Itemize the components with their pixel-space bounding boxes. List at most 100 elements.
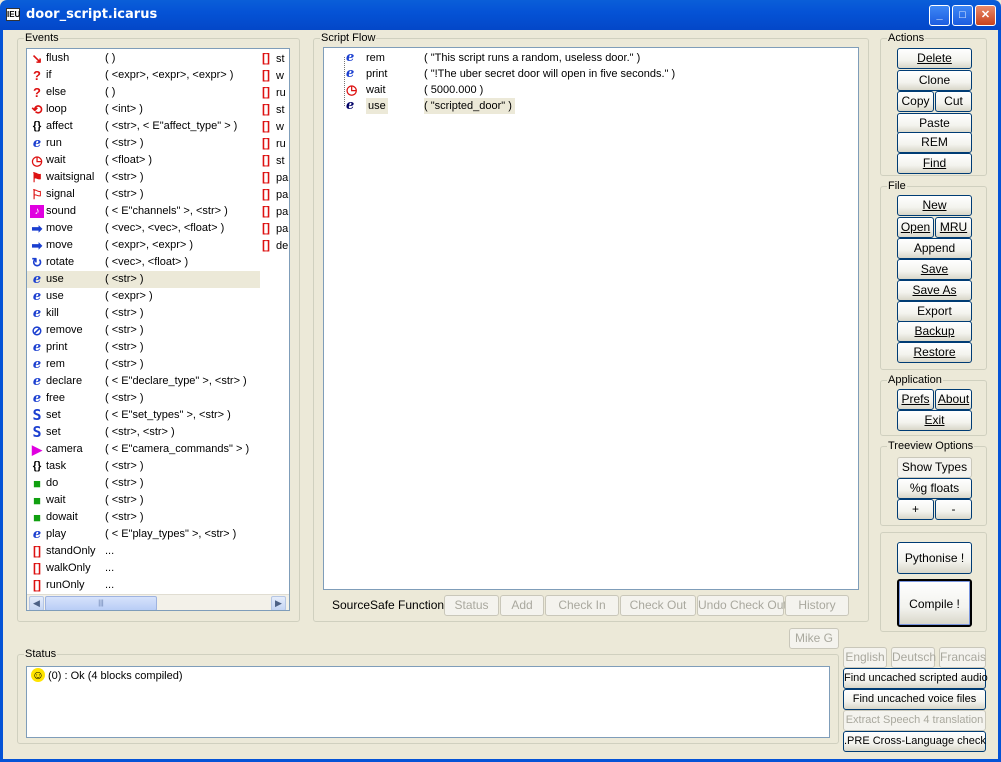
g-floats-toggle[interactable]: %g floats [897, 478, 972, 499]
event-item[interactable]: {} task ( <str> ) [27, 458, 260, 475]
event-tail-item[interactable]: [] ru [262, 135, 289, 152]
event-tail-item[interactable]: [] w [262, 67, 289, 84]
event-item[interactable]: [] standOnly... [27, 543, 260, 560]
ss-status-button[interactable]: Status [444, 595, 499, 616]
event-tail-item[interactable]: [] ru [262, 84, 289, 101]
prefs-button[interactable]: Prefs [897, 389, 934, 410]
paste-button[interactable]: Paste [897, 113, 972, 134]
event-item[interactable]: Sset ( <str>, <str> ) [27, 424, 260, 441]
event-item[interactable]: ■ wait ( <str> ) [27, 492, 260, 509]
append-button[interactable]: Append [897, 238, 972, 259]
event-item[interactable]: e use ( <str> ) [27, 271, 260, 288]
compile-button[interactable]: Compile ! [897, 579, 972, 627]
event-icon: ◷ [31, 153, 43, 168]
event-item[interactable]: Sset ( < E"set_types" >, <str> ) [27, 407, 260, 424]
flow-item[interactable]: e print ( "!The uber secret door will open… [342, 66, 682, 82]
maximize-button[interactable]: □ [952, 5, 973, 26]
scroll-right-icon[interactable]: ▶ [271, 596, 286, 610]
event-tail-item[interactable]: [] pa [262, 169, 289, 186]
flow-item[interactable]: ◷ wait ( 5000.000 ) [342, 82, 682, 98]
find-uncached-voice-button[interactable]: Find uncached voice files [843, 689, 986, 710]
event-item[interactable]: [] walkOnly... [27, 560, 260, 577]
event-item[interactable]: ↘ flush ( ) [27, 50, 260, 67]
event-tail-item[interactable]: [] st [262, 50, 289, 67]
event-tail-item[interactable]: [] pa [262, 186, 289, 203]
event-item[interactable]: ⊘ remove ( <str> ) [27, 322, 260, 339]
export-button[interactable]: Export [897, 301, 972, 322]
event-tail-item[interactable]: [] w [262, 118, 289, 135]
event-tail-item[interactable]: [] st [262, 152, 289, 169]
pre-cross-language-button[interactable]: .PRE Cross-Language check [843, 731, 986, 752]
event-item[interactable]: e declare ( < E"declare_type" >, <str> ) [27, 373, 260, 390]
event-item[interactable]: ♪ sound ( < E"channels" >, <str> ) [27, 203, 260, 220]
event-item[interactable]: ➡ move ( <expr>, <expr> ) [27, 237, 260, 254]
exit-button[interactable]: Exit [897, 410, 972, 431]
event-item[interactable]: e free ( <str> ) [27, 390, 260, 407]
francais-button[interactable]: Francais [939, 647, 986, 668]
event-item[interactable]: e kill ( <str> ) [27, 305, 260, 322]
ss-check-in-button[interactable]: Check In [545, 595, 619, 616]
event-item[interactable]: e run ( <str> ) [27, 135, 260, 152]
deutsch-button[interactable]: Deutsch [891, 647, 936, 668]
about-button[interactable]: About [935, 389, 972, 410]
event-item[interactable]: ▶ camera ( < E"camera_commands" > ) [27, 441, 260, 458]
event-tail-item[interactable]: [] pa [262, 203, 289, 220]
event-item[interactable]: ◷ wait ( <float> ) [27, 152, 260, 169]
close-button[interactable]: ✕ [975, 5, 996, 26]
open-button[interactable]: Open [897, 217, 934, 238]
cut-button[interactable]: Cut [935, 91, 972, 112]
event-item[interactable]: ⚑ waitsignal ( <str> ) [27, 169, 260, 186]
event-item[interactable]: ? else ( ) [27, 84, 260, 101]
flow-item[interactable]: e use ( "scripted_door" ) [342, 98, 682, 114]
save-button[interactable]: Save [897, 259, 972, 280]
event-item[interactable]: ? if ( <expr>, <expr>, <expr> ) [27, 67, 260, 84]
event-item[interactable]: ■ dowait ( <str> ) [27, 509, 260, 526]
ss-history-button[interactable]: History [785, 595, 849, 616]
event-item[interactable]: ↻ rotate ( <vec>, <float> ) [27, 254, 260, 271]
event-item[interactable]: e rem ( <str> ) [27, 356, 260, 373]
find-uncached-audio-button[interactable]: Find uncached scripted audio [843, 668, 988, 689]
pythonise-button[interactable]: Pythonise ! [897, 542, 972, 574]
minimize-button[interactable]: _ [929, 5, 950, 26]
events-list[interactable]: ↘ flush ( ) [] st? if ( <expr>, <expr>, <expr>… [26, 48, 290, 611]
event-item[interactable]: e use ( <expr> ) [27, 288, 260, 305]
event-item[interactable]: ⟲ loop ( <int> ) [27, 101, 260, 118]
event-item[interactable]: ➡ move ( <vec>, <vec>, <float> ) [27, 220, 260, 237]
show-types-toggle[interactable]: Show Types [897, 457, 972, 478]
event-item[interactable]: e play ( < E"play_types" >, <str> ) [27, 526, 260, 543]
event-item[interactable]: [] runOnly... [27, 577, 260, 594]
scroll-left-icon[interactable]: ◀ [29, 596, 44, 610]
event-tail-item[interactable]: [] de [262, 237, 289, 254]
event-item[interactable]: ⚐ signal ( <str> ) [27, 186, 260, 203]
ss-check-out-button[interactable]: Check Out [620, 595, 696, 616]
english-button[interactable]: English [843, 647, 887, 668]
save-as-button[interactable]: Save As [897, 280, 972, 301]
expand-plus-button[interactable]: + [897, 499, 934, 520]
event-tail-item[interactable]: [] pa [262, 220, 289, 237]
find-button[interactable]: Find [897, 153, 972, 174]
extract-speech-button[interactable]: Extract Speech 4 translation [843, 710, 986, 731]
backup-button[interactable]: Backup [897, 321, 972, 342]
title-bar[interactable]: IEU door_script.icarus _ □ ✕ [0, 0, 1001, 30]
delete-button[interactable]: Delete [897, 48, 972, 69]
events-hscrollbar[interactable]: ◀ ||| ▶ [27, 594, 289, 610]
scroll-thumb[interactable]: ||| [45, 596, 157, 610]
mru-button[interactable]: MRU [935, 217, 972, 238]
rem-button[interactable]: REM [897, 132, 972, 153]
restore-button[interactable]: Restore [897, 342, 972, 363]
ss-undo-check-out-button[interactable]: Undo Check Out [697, 595, 787, 616]
ss-add-button[interactable]: Add [500, 595, 544, 616]
collapse-minus-button[interactable]: - [935, 499, 972, 520]
event-tail-text: pa [276, 189, 289, 201]
event-item[interactable]: {} affect ( <str>, < E"affect_type" > ) [27, 118, 260, 135]
user-button[interactable]: Mike G [789, 628, 839, 649]
copy-button[interactable]: Copy [897, 91, 934, 112]
event-item[interactable]: e print ( <str> ) [27, 339, 260, 356]
event-tail-item[interactable]: [] st [262, 101, 289, 118]
flow-item[interactable]: e rem ( "This script runs a random, useles… [342, 50, 682, 66]
event-args: ( <str> ) [105, 477, 144, 489]
clone-button[interactable]: Clone [897, 70, 972, 91]
script-flow-tree[interactable]: e rem( "This script runs a random, useles… [323, 47, 859, 590]
new-button[interactable]: New [897, 195, 972, 216]
event-item[interactable]: ■ do ( <str> ) [27, 475, 260, 492]
